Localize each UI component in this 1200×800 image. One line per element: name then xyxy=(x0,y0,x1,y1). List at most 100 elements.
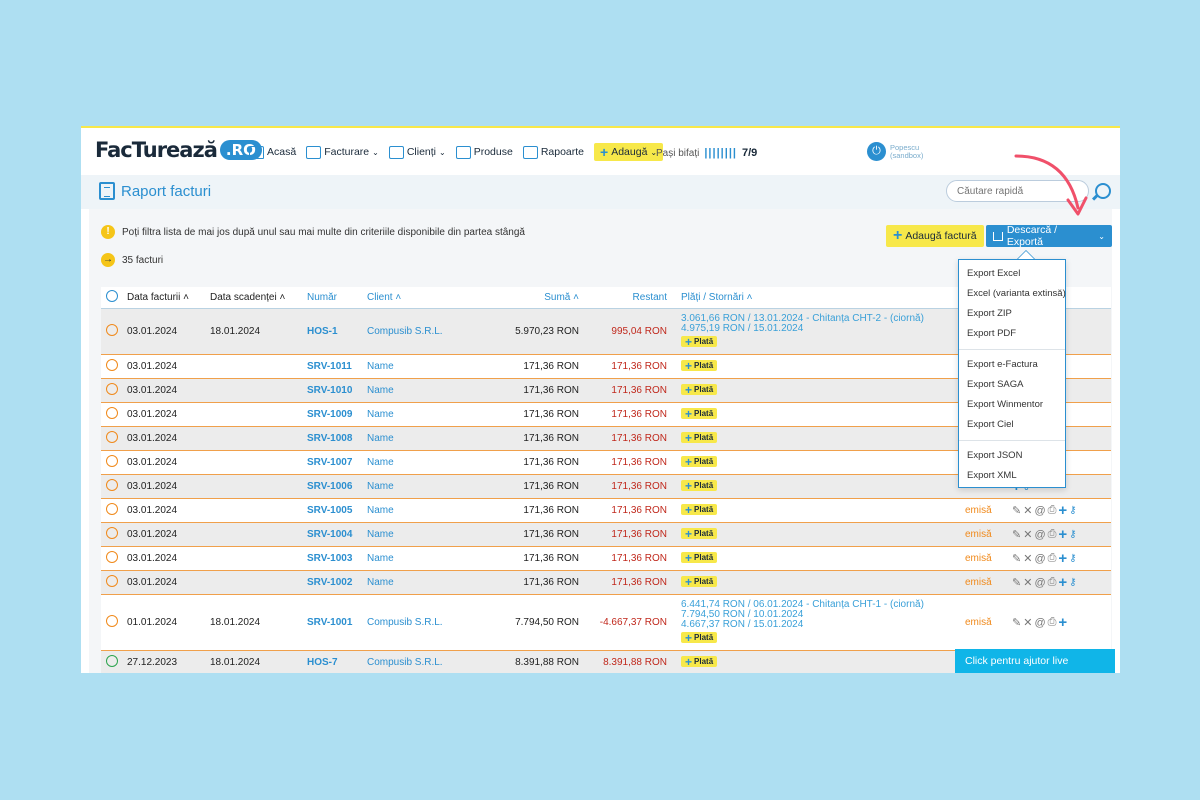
client-link[interactable]: Name xyxy=(367,409,394,420)
add-payment-button[interactable]: + Plată xyxy=(681,408,718,420)
email-icon[interactable]: @ xyxy=(1034,553,1045,565)
payment-lines[interactable]: 3.061,66 RON / 13.01.2024 - Chitanța CHT… xyxy=(681,314,924,334)
row-select-radio[interactable] xyxy=(106,655,118,670)
col-payments[interactable]: Plăți / Stornări ˄ xyxy=(681,292,752,303)
add-payment-button[interactable]: + Plată xyxy=(681,552,718,564)
invoice-number-link[interactable]: SRV-1002 xyxy=(307,577,352,588)
menu-item-export-excel[interactable]: Export Excel xyxy=(967,268,1020,279)
table-row[interactable]: 01.01.2024 18.01.2024 SRV-1001 Compusib S.R… xyxy=(101,595,1111,651)
client-link[interactable]: Compusib S.R.L. xyxy=(367,326,443,337)
row-select-radio[interactable] xyxy=(106,527,118,542)
steps-progress[interactable]: Pași bifați |||||||| 7/9 xyxy=(656,147,757,159)
email-icon[interactable]: @ xyxy=(1034,617,1045,629)
row-select-radio[interactable] xyxy=(106,575,118,590)
add-payment-button[interactable]: + Plată xyxy=(681,528,718,540)
print-icon[interactable]: ⎙ xyxy=(1048,504,1057,517)
menu-item-excel-extended[interactable]: Excel (varianta extinsă) xyxy=(967,288,1066,299)
edit-icon[interactable]: ✎ xyxy=(1012,552,1021,565)
menu-item-export-pdf[interactable]: Export PDF xyxy=(967,328,1016,339)
edit-icon[interactable]: ✎ xyxy=(1012,576,1021,589)
add-payment-button[interactable]: + Plată xyxy=(681,384,718,396)
edit-icon[interactable]: ✎ xyxy=(1012,616,1021,629)
client-link[interactable]: Name xyxy=(367,505,394,516)
row-select-radio[interactable] xyxy=(106,551,118,566)
cancel-icon[interactable]: ✕ xyxy=(1023,576,1032,589)
logo[interactable]: FacTurează .RO xyxy=(95,138,262,162)
invoice-number-link[interactable]: SRV-1009 xyxy=(307,409,352,420)
menu-item-export-zip[interactable]: Export ZIP xyxy=(967,308,1012,319)
client-link[interactable]: Name xyxy=(367,457,394,468)
row-select-radio[interactable] xyxy=(106,407,118,422)
key-icon[interactable]: ⚷ xyxy=(1069,577,1076,588)
col-sum[interactable]: Sumă ˄ xyxy=(503,292,579,303)
key-icon[interactable]: ⚷ xyxy=(1069,553,1076,564)
invoice-number-link[interactable]: SRV-1001 xyxy=(307,617,352,628)
client-link[interactable]: Name xyxy=(367,385,394,396)
client-link[interactable]: Compusib S.R.L. xyxy=(367,617,443,628)
add-payment-button[interactable]: + Plată xyxy=(681,480,718,492)
client-link[interactable]: Name xyxy=(367,361,394,372)
add-icon[interactable]: + xyxy=(1058,574,1067,591)
table-row[interactable]: 03.01.2024 SRV-1005 Name 171,36 RON 171,36 R… xyxy=(101,499,1111,523)
nav-item-facturare[interactable]: Facturare ⌄ xyxy=(306,145,379,159)
invoice-number-link[interactable]: SRV-1007 xyxy=(307,457,352,468)
menu-item-export-efactura[interactable]: Export e-Factura xyxy=(967,359,1038,370)
invoice-number-link[interactable]: SRV-1008 xyxy=(307,433,352,444)
add-payment-button[interactable]: + Plată xyxy=(681,504,718,516)
add-payment-button[interactable]: + Plată xyxy=(681,456,718,468)
add-payment-button[interactable]: + Plată xyxy=(681,656,718,668)
add-payment-button[interactable]: + Plată xyxy=(681,336,718,348)
menu-item-export-saga[interactable]: Export SAGA xyxy=(967,379,1024,390)
invoice-number-link[interactable]: SRV-1006 xyxy=(307,481,352,492)
client-link[interactable]: Name xyxy=(367,481,394,492)
print-icon[interactable]: ⎙ xyxy=(1048,576,1057,589)
email-icon[interactable]: @ xyxy=(1034,505,1045,517)
table-row[interactable]: 03.01.2024 SRV-1002 Name 171,36 RON 171,36 R… xyxy=(101,571,1111,595)
edit-icon[interactable]: ✎ xyxy=(1012,528,1021,541)
edit-icon[interactable]: ✎ xyxy=(1012,504,1021,517)
nav-item-rapoarte[interactable]: Rapoarte xyxy=(522,145,584,159)
invoice-number-link[interactable]: SRV-1005 xyxy=(307,505,352,516)
client-link[interactable]: Name xyxy=(367,529,394,540)
col-rest[interactable]: Restant xyxy=(593,292,667,303)
row-select-radio[interactable] xyxy=(106,431,118,446)
client-link[interactable]: Compusib S.R.L. xyxy=(367,657,443,668)
col-due[interactable]: Data scadenței ˄ xyxy=(210,292,285,303)
add-payment-button[interactable]: + Plată xyxy=(681,632,718,644)
invoice-number-link[interactable]: SRV-1004 xyxy=(307,529,352,540)
add-payment-button[interactable]: + Plată xyxy=(681,576,718,588)
menu-item-export-json[interactable]: Export JSON xyxy=(967,450,1022,461)
client-link[interactable]: Name xyxy=(367,577,394,588)
payment-lines[interactable]: 6.441,74 RON / 06.01.2024 - Chitanța CHT… xyxy=(681,600,924,630)
row-select-radio[interactable] xyxy=(106,324,118,339)
select-all-radio[interactable] xyxy=(106,290,118,305)
table-row[interactable]: 03.01.2024 SRV-1004 Name 171,36 RON 171,36 R… xyxy=(101,523,1111,547)
payment-line[interactable]: 4.667,37 RON / 15.01.2024 xyxy=(681,620,924,630)
cancel-icon[interactable]: ✕ xyxy=(1023,504,1032,517)
add-icon[interactable]: + xyxy=(1058,614,1067,631)
add-payment-button[interactable]: + Plată xyxy=(681,360,718,372)
cancel-icon[interactable]: ✕ xyxy=(1023,528,1032,541)
key-icon[interactable]: ⚷ xyxy=(1069,529,1076,540)
menu-item-export-xml[interactable]: Export XML xyxy=(967,470,1017,481)
email-icon[interactable]: @ xyxy=(1034,529,1045,541)
nav-add-button[interactable]: + Adaugă ⌄ xyxy=(594,143,664,161)
payment-line[interactable]: 4.975,19 RON / 15.01.2024 xyxy=(681,324,924,334)
add-icon[interactable]: + xyxy=(1058,502,1067,519)
cancel-icon[interactable]: ✕ xyxy=(1023,616,1032,629)
nav-item-acasa[interactable]: Acasă xyxy=(249,145,296,159)
client-link[interactable]: Name xyxy=(367,433,394,444)
row-select-radio[interactable] xyxy=(106,383,118,398)
cancel-icon[interactable]: ✕ xyxy=(1023,552,1032,565)
print-icon[interactable]: ⎙ xyxy=(1048,552,1057,565)
key-icon[interactable]: ⚷ xyxy=(1069,505,1076,516)
nav-item-clienti[interactable]: Clienți ⌄ xyxy=(388,145,446,159)
nav-item-produse[interactable]: Produse xyxy=(455,145,513,159)
add-icon[interactable]: + xyxy=(1058,526,1067,543)
menu-item-export-ciel[interactable]: Export Ciel xyxy=(967,419,1013,430)
row-select-radio[interactable] xyxy=(106,479,118,494)
invoice-number-link[interactable]: HOS-1 xyxy=(307,326,338,337)
add-invoice-button[interactable]: + Adaugă factură xyxy=(886,225,984,247)
add-payment-button[interactable]: + Plată xyxy=(681,432,718,444)
row-select-radio[interactable] xyxy=(106,455,118,470)
